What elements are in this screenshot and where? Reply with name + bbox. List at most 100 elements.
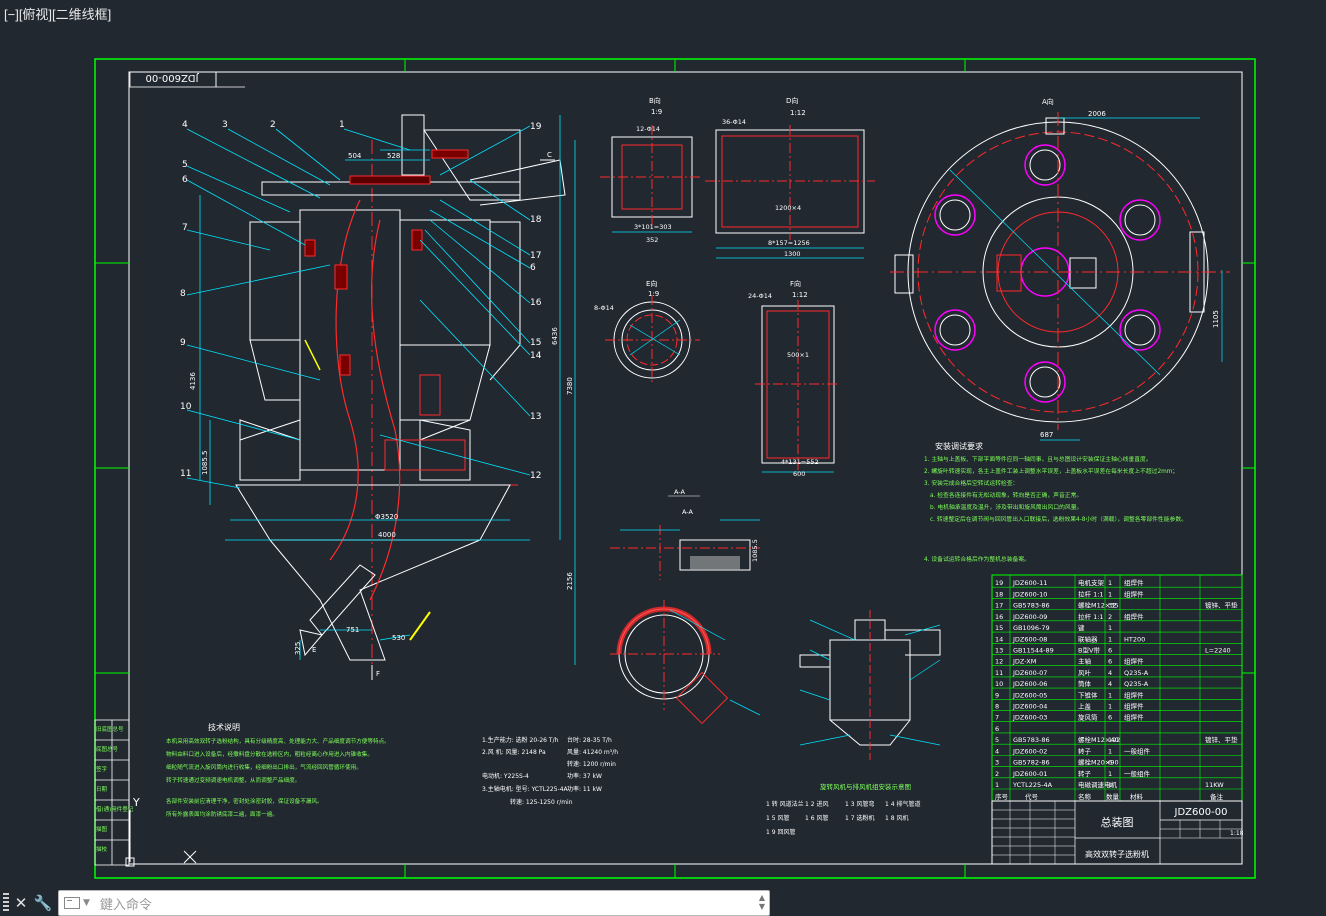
bom-cell: 6 — [1108, 646, 1112, 654]
main-dimension-labels: 504 528 4136 6436 7380 1085.5 Φ3520 4000… — [189, 152, 574, 655]
svg-text:13: 13 — [530, 412, 541, 422]
bom-cell: JDZ600-01 — [1012, 770, 1047, 778]
svg-text:细粒随气流进入旋风筒内进行收集，经细粉出口排出，气流经回风管: 细粒随气流进入旋风筒内进行收集，经细粉出口排出，气流经回风管循环使用。 — [166, 763, 362, 771]
svg-text:11: 11 — [180, 469, 191, 479]
svg-text:687: 687 — [1040, 431, 1053, 439]
command-input[interactable]: ▼ 鍵入命令 ▲ ▼ — [58, 890, 770, 916]
svg-text:本机采用高效双转子选粉结构，具有分级精度高、处理能力大、产品: 本机采用高效双转子选粉结构，具有分级精度高、处理能力大、产品细度调节方便等特点。 — [166, 737, 390, 745]
bom-cell: GB1096-79 — [1013, 624, 1050, 632]
bom-cell: 4 — [1108, 669, 1112, 677]
installation-notes: 1. 主轴与上盖板、下部平面等件应同一轴同事，且与总图设计安装保证主轴心线垂直度… — [924, 455, 1187, 563]
svg-text:6: 6 — [182, 175, 188, 185]
bom-cell: 6 — [995, 725, 999, 733]
bom-cell: 2 — [1108, 613, 1112, 621]
bom-cell: 一般组件 — [1124, 769, 1151, 778]
svg-text:528: 528 — [387, 152, 400, 160]
svg-text:B向: B向 — [649, 96, 661, 105]
bom-cell: JDZ600-07 — [1012, 669, 1047, 677]
bom-cell: Q235-A — [1124, 680, 1149, 688]
bom-cell: 6 — [1108, 759, 1112, 767]
bom-cell: 上盖 — [1078, 702, 1092, 711]
tech-title: 技术说明 — [208, 722, 240, 732]
bom-cell: 6 — [1108, 658, 1112, 666]
bom-cell: B型V带 — [1078, 645, 1100, 654]
close-icon[interactable]: ✕ — [11, 893, 31, 913]
svg-text:1 3 风管弯: 1 3 风管弯 — [845, 800, 874, 808]
svg-text:4136: 4136 — [189, 372, 197, 390]
bom-header-cell: 序号 — [995, 792, 1009, 801]
svg-text:A-A: A-A — [682, 508, 694, 516]
command-line-bar: ✕ 🔧 ▼ 鍵入命令 ▲ ▼ — [0, 889, 770, 916]
svg-text:12-Φ14: 12-Φ14 — [636, 125, 660, 133]
bom-cell: 1 — [1108, 770, 1112, 778]
bom-cell: 下锥体 — [1078, 690, 1098, 699]
bom-cell: JDZ600-03 — [1012, 714, 1047, 722]
bom-cell: 键 — [1078, 623, 1085, 632]
svg-text:9: 9 — [180, 338, 186, 348]
legend-items: 1 转 风道法兰 1 2 进风 1 3 风管弯 1 4 排气管道 1 5 风管 … — [766, 800, 920, 836]
svg-text:签字: 签字 — [96, 765, 108, 773]
small-assembly-view — [799, 610, 941, 760]
svg-text:F: F — [376, 670, 380, 678]
bom-cell: 组焊件 — [1124, 578, 1144, 587]
bom-cell: 11KW — [1205, 781, 1224, 789]
svg-text:7380: 7380 — [566, 377, 574, 395]
svg-text:16: 16 — [530, 298, 542, 308]
svg-text:描图: 描图 — [96, 825, 108, 833]
svg-text:1.生产能力: 选粉 20-26 T/h: 1.生产能力: 选粉 20-26 T/h — [482, 736, 559, 744]
svg-text:Φ3520: Φ3520 — [375, 513, 398, 521]
bom-cell: 11 — [995, 669, 1003, 677]
bom-cell: 16 — [995, 613, 1003, 621]
svg-text:4: 4 — [182, 120, 188, 130]
svg-text:17: 17 — [530, 251, 541, 261]
bom-cell: GB5783-86 — [1013, 736, 1050, 744]
command-prompt-icon[interactable] — [64, 897, 80, 909]
svg-text:1: 1 — [339, 120, 345, 130]
wrench-icon[interactable]: 🔧 — [33, 893, 53, 913]
drawing-canvas[interactable]: JDZ600-00 4 3 2 1 5 6 7 8 9 10 11 19 18 … — [0, 0, 1326, 889]
svg-text:1:12: 1:12 — [792, 291, 808, 299]
spec-lines: 1.生产能力: 选粉 20-26 T/h 2.风 机: 风量: 2148 Pa … — [482, 736, 618, 806]
svg-text:转速: 1200 r/min: 转速: 1200 r/min — [567, 760, 616, 768]
bom-cell: GB5782-86 — [1013, 759, 1050, 767]
section-a-a: A-A A-A 1085.5 — [610, 488, 760, 580]
svg-text:1 转 风道法兰: 1 转 风道法兰 — [766, 800, 804, 808]
drag-grip-icon[interactable] — [3, 892, 9, 913]
bom-cell: 转子 — [1078, 769, 1092, 778]
svg-text:C: C — [547, 151, 552, 159]
svg-text:751: 751 — [346, 626, 359, 634]
scale-value: 1:18 — [1230, 830, 1244, 837]
command-history-scroll[interactable]: ▲ ▼ — [759, 893, 765, 911]
svg-text:3*101=303: 3*101=303 — [634, 223, 672, 231]
svg-text:7: 7 — [182, 223, 188, 233]
svg-text:1:12: 1:12 — [790, 109, 806, 117]
bom-cell: 1 — [1108, 590, 1112, 598]
bom-header-cell: 数量 — [1106, 792, 1120, 801]
bom-header-cell: 代号 — [1025, 792, 1039, 801]
bom-cell: 一般组件 — [1124, 746, 1151, 755]
ucs-icon: Y — [125, 796, 197, 867]
bom-cell: 3 — [995, 759, 999, 767]
svg-text:2.风 机: 风量: 2148 Pa: 2.风 机: 风量: 2148 Pa — [482, 748, 546, 756]
bom-cell: JDZ600-11 — [1012, 579, 1047, 587]
svg-text:14: 14 — [530, 351, 542, 361]
svg-text:借(通)用件登记: 借(通)用件登记 — [96, 805, 134, 813]
svg-text:1105: 1105 — [1212, 310, 1220, 328]
flange-section — [610, 600, 761, 725]
bom-cell: 螺栓M20×90 — [1078, 758, 1119, 767]
view-f-detail: F向 1:12 24-Φ14 500×1 4*131=552 600 — [748, 279, 840, 478]
svg-text:4. 设备试运转合格后作为整机总装备案。: 4. 设备试运转合格后作为整机总装备案。 — [924, 555, 1030, 563]
svg-text:功率: 11 kW: 功率: 11 kW — [567, 785, 602, 793]
svg-text:1:9: 1:9 — [648, 290, 659, 298]
command-placeholder: 鍵入命令 — [99, 897, 152, 913]
chevron-down-icon[interactable]: ▼ — [83, 898, 90, 908]
bom-cell: GB5783-86 — [1013, 602, 1050, 610]
svg-text:风量: 41240 m³/h: 风量: 41240 m³/h — [567, 749, 618, 756]
svg-text:24-Φ14: 24-Φ14 — [748, 292, 772, 300]
svg-text:2006: 2006 — [1088, 110, 1106, 118]
bom-cell: 组焊件 — [1124, 657, 1144, 666]
svg-text:物料由料口进入设备后，经撒料盘分散在选粉区内，粗粒经离心作用: 物料由料口进入设备后，经撒料盘分散在选粉区内，粗粒经离心作用进入内锥收集。 — [166, 750, 373, 758]
machine-name: 高效双转子选粉机 — [1085, 849, 1149, 859]
svg-text:1 8 风机: 1 8 风机 — [885, 814, 908, 822]
bom-cell: L=2240 — [1205, 646, 1231, 654]
